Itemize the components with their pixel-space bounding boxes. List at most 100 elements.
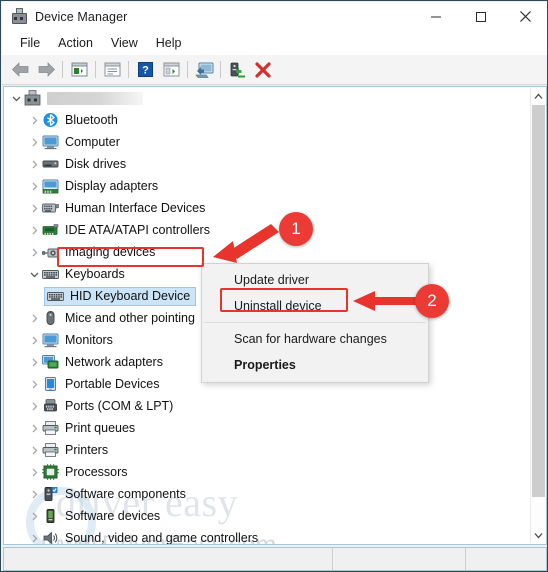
back-arrow-icon[interactable] [7,58,33,82]
computer-icon [24,90,42,106]
device-manager-window: Device Manager File Action View Help ? d… [0,0,548,572]
disk-drive-icon [42,156,60,172]
tree-row-disk-drives[interactable]: Disk drives [4,153,531,175]
chevron-right-icon[interactable] [26,351,42,373]
chevron-right-icon[interactable] [26,395,42,417]
chevron-right-icon[interactable] [26,131,42,153]
toolbar-separator [95,61,96,78]
tree-row-human-interface-devices[interactable]: Human Interface Devices [4,197,531,219]
menu-item-help[interactable]: Help [147,33,191,53]
tree-row-software-components[interactable]: Software components [4,483,531,505]
mouse-icon [42,310,60,326]
update-driver-icon[interactable] [224,58,250,82]
maximize-icon[interactable] [458,2,503,31]
chevron-right-icon[interactable] [26,329,42,351]
show-hide-console-tree-icon[interactable] [66,58,92,82]
portable-device-icon [42,376,60,392]
minimize-icon[interactable] [413,2,458,31]
chevron-right-icon[interactable] [26,461,42,483]
tree-item-label: Printers [65,443,109,457]
chevron-right-icon[interactable] [26,197,42,219]
software-component-icon [42,486,60,502]
context-menu-item-uninstall-device[interactable]: Uninstall device [202,293,428,319]
tree-item-label: Sound, video and game controllers [65,531,259,545]
window-controls [413,2,547,31]
chevron-right-icon[interactable] [26,219,42,241]
forward-arrow-icon[interactable] [33,58,59,82]
ide-controller-icon [42,222,60,238]
tree-row-printers[interactable]: Printers [4,439,531,461]
tree-item-label: Mice and other pointing [65,311,195,325]
bluetooth-icon [42,112,60,128]
chevron-right-icon[interactable] [26,483,42,505]
menu-item-view[interactable]: View [102,33,147,53]
chevron-down-icon[interactable] [26,263,42,285]
chevron-right-icon[interactable] [26,175,42,197]
tree-item-label: Portable Devices [65,377,160,391]
selected-item[interactable]: HID Keyboard Device [44,286,197,306]
scroll-up-arrow-icon[interactable] [531,88,546,104]
help-icon[interactable]: ? [132,58,158,82]
menu-item-action[interactable]: Action [49,33,102,53]
tree-item-label: Network adapters [65,355,163,369]
tree-row-ports-com-lpt[interactable]: Ports (COM & LPT) [4,395,531,417]
tree-row-imaging-devices[interactable]: Imaging devices [4,241,531,263]
context-menu-item-scan-for-hardware-changes[interactable]: Scan for hardware changes [202,326,428,352]
title-bar: Device Manager [2,2,547,31]
tree-row-software-devices[interactable]: Software devices [4,505,531,527]
chevron-right-icon[interactable] [26,417,42,439]
tree-row-display-adapters[interactable]: Display adapters [4,175,531,197]
status-pane-3 [466,548,546,570]
tree-row-root[interactable] [4,87,531,109]
context-menu-item-properties[interactable]: Properties [202,352,428,378]
tree-item-label: Bluetooth [65,113,118,127]
menu-item-file[interactable]: File [11,33,49,53]
vertical-scrollbar[interactable] [530,88,545,543]
monitor-icon [42,134,60,150]
properties-panel-icon[interactable] [99,58,125,82]
scroll-down-arrow-icon[interactable] [531,527,546,543]
chevron-right-icon[interactable] [26,109,42,131]
sound-icon [42,530,60,544]
tree-item-label: IDE ATA/ATAPI controllers [65,223,210,237]
tree-item-label: Keyboards [65,267,125,281]
chevron-down-icon[interactable] [8,87,24,109]
keyboard-icon [42,266,60,282]
chevron-right-icon[interactable] [26,241,42,263]
tree-item-label: Display adapters [65,179,159,193]
context-menu[interactable]: Update driver Uninstall device Scan for … [201,263,429,383]
tree-row-processors[interactable]: Processors [4,461,531,483]
menu-bar: File Action View Help [2,31,547,55]
svg-text:?: ? [142,65,149,77]
tree-item-label: Processors [65,465,128,479]
tree-item-label: HID Keyboard Device [70,289,191,303]
chevron-right-icon[interactable] [26,527,42,544]
toolbar-separator [128,61,129,78]
tree-row-print-queues[interactable]: Print queues [4,417,531,439]
software-device-icon [42,508,60,524]
tree-row-bluetooth[interactable]: Bluetooth [4,109,531,131]
tree-row-computer[interactable]: Computer [4,131,531,153]
monitor-icon [42,332,60,348]
annotation-badge-2: 2 [415,284,449,318]
context-menu-item-update-driver[interactable]: Update driver [202,267,428,293]
chevron-right-icon[interactable] [26,439,42,461]
tree-row-sound-video-and-game-controllers[interactable]: Sound, video and game controllers [4,527,531,545]
chevron-right-icon[interactable] [26,505,42,527]
uninstall-device-icon[interactable] [250,58,276,82]
window-title: Device Manager [35,9,128,24]
tree-row-ide-ata-atapi-controllers[interactable]: IDE ATA/ATAPI controllers [4,219,531,241]
properties-icon[interactable] [158,58,184,82]
scrollbar-thumb[interactable] [532,105,545,497]
chevron-right-icon[interactable] [26,153,42,175]
context-menu-separator [204,322,426,323]
status-pane-1 [4,548,333,570]
chevron-right-icon[interactable] [26,307,42,329]
annotation-badge-1: 1 [279,212,313,246]
chevron-right-icon[interactable] [26,373,42,395]
processor-icon [42,464,60,480]
scan-for-hardware-changes-icon[interactable] [191,58,217,82]
device-manager-icon [11,8,28,25]
close-icon[interactable] [503,2,547,31]
hid-icon [42,200,60,216]
